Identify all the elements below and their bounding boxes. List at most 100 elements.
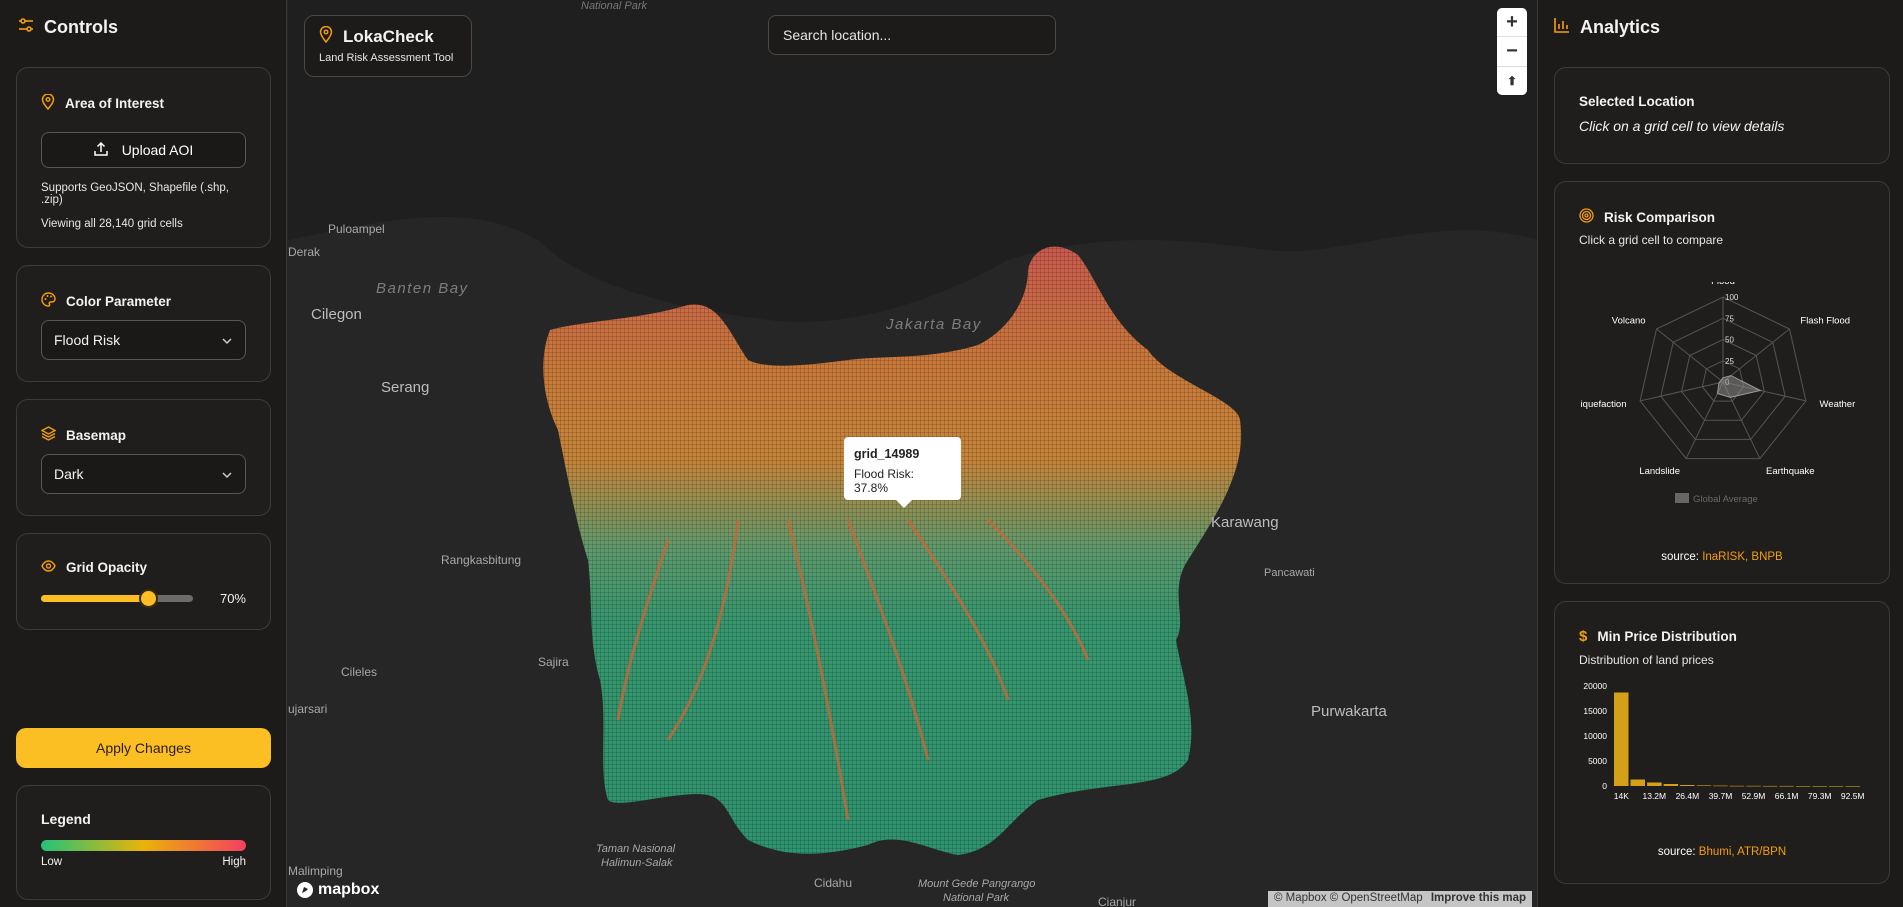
zoom-controls: + − ⬆ (1497, 8, 1527, 95)
compass-button[interactable]: ⬆ (1497, 67, 1527, 95)
price-distribution-subtitle: Distribution of land prices (1579, 653, 1714, 667)
water-label: Jakarta Bay (886, 316, 982, 333)
map-view[interactable]: LokaCheck Land Risk Assessment Tool Sear… (288, 0, 1537, 907)
legend-title: Legend (41, 811, 91, 827)
price-bar (1812, 786, 1827, 787)
opacity-row: 70% (41, 589, 246, 608)
place-label: Cilegon (311, 306, 362, 323)
price-bar (1614, 692, 1629, 786)
mapbox-logo[interactable]: mapbox (296, 881, 379, 899)
bar-x-tick-label: 92.5M (1841, 791, 1865, 801)
improve-map-link[interactable]: Improve this map (1431, 892, 1526, 904)
price-bar (1795, 786, 1811, 787)
apply-changes-button[interactable]: Apply Changes (16, 728, 271, 768)
price-bar (1729, 785, 1745, 787)
radar-chart: Flood Flash Flood Weather Earthquake Landsli… (1581, 282, 1856, 505)
palette-icon (41, 292, 56, 310)
analytics-title: Analytics (1580, 17, 1661, 37)
grid-opacity-header: Grid Opacity (41, 560, 246, 575)
legend-card: Legend Low High (16, 785, 271, 900)
place-label: ujarsari (288, 702, 328, 716)
apply-changes-label: Apply Changes (96, 740, 191, 756)
bar-y-tick-label: 5000 (1588, 756, 1607, 766)
radar-spoke (1656, 328, 1724, 383)
tooltip-value: Flood Risk: 37.8% (854, 467, 915, 495)
legend-labels: Low High (41, 856, 246, 868)
aoi-title: Area of Interest (65, 96, 165, 111)
search-input[interactable]: Search location... (768, 15, 1056, 55)
grid-opacity-card: Grid Opacity 70% (16, 533, 271, 630)
place-label: Taman Nasional (596, 843, 676, 855)
upload-icon (93, 141, 108, 159)
color-parameter-select[interactable]: Flood Risk (41, 320, 246, 360)
bar-y-tick-label: 10000 (1583, 731, 1607, 741)
place-label: Purwakarta (1311, 703, 1387, 720)
risk-source-prefix: source: (1661, 551, 1703, 563)
bar-y-tick-label: 20000 (1583, 681, 1607, 691)
bar-x-tick-label: 52.9M (1742, 791, 1766, 801)
place-label: Serang (381, 379, 430, 396)
price-bar (1663, 784, 1679, 786)
place-label: Halimun-Salak (601, 857, 673, 869)
zoom-out-button[interactable]: − (1497, 37, 1527, 67)
price-bar (1828, 786, 1844, 787)
mapbox-icon (297, 882, 313, 898)
risk-source-link[interactable]: InaRISK, BNPB (1702, 551, 1783, 563)
radar-axis-label: Weather (1820, 399, 1856, 410)
basemap-value: Dark (54, 466, 84, 482)
price-bar (1647, 782, 1662, 786)
map-pin-icon (319, 25, 333, 48)
controls-sidebar: Controls Area of Interest Upload AOI Sup… (0, 0, 287, 907)
price-distribution-title: Min Price Distribution (1597, 629, 1737, 644)
opacity-value: 70% (219, 591, 246, 606)
risk-source: source: InaRISK, BNPB (1555, 551, 1889, 563)
place-label: Cidahu (814, 876, 853, 890)
color-parameter-header: Color Parameter (41, 292, 246, 310)
place-label: National Park (581, 0, 648, 12)
price-source: source: Bhumi, ATR/BPN (1555, 846, 1889, 858)
upload-aoi-button[interactable]: Upload AOI (41, 132, 246, 168)
risk-comparison-subtitle: Click a grid cell to compare (1579, 233, 1724, 247)
price-bar (1845, 786, 1860, 787)
risk-comparison-card: Risk Comparison Click a grid cell to com… (1554, 181, 1890, 584)
attribution-text[interactable]: © Mapbox © OpenStreetMap (1274, 892, 1423, 904)
radar-axis-label: Landslide (1639, 466, 1680, 477)
mapbox-text: mapbox (318, 881, 380, 898)
tooltip-title: grid_14989 (854, 447, 920, 461)
place-label: Cianjur (1098, 895, 1137, 907)
grid-opacity-title: Grid Opacity (66, 560, 148, 575)
risk-comparison-header: Risk Comparison (1579, 208, 1865, 226)
analytics-header: Analytics (1554, 17, 1660, 38)
bar-y-tick-label: 15000 (1583, 706, 1607, 716)
bar-x-tick-label: 26.4M (1676, 791, 1700, 801)
price-source-link[interactable]: Bhumi, ATR/BPN (1699, 846, 1786, 858)
pin-icon (41, 93, 55, 113)
opacity-slider[interactable] (41, 589, 193, 608)
selected-location-card: Selected Location Click on a grid cell t… (1554, 67, 1890, 164)
aoi-header: Area of Interest (41, 93, 246, 113)
price-bar (1696, 785, 1712, 786)
bar-x-tick-label: 66.1M (1775, 791, 1799, 801)
basemap-title: Basemap (66, 427, 127, 443)
bar-x-tick-label: 14K (1614, 791, 1629, 801)
zoom-in-button[interactable]: + (1497, 8, 1527, 38)
basemap-select[interactable]: Dark (41, 454, 246, 494)
bar-x-tick-label: 39.7M (1709, 791, 1733, 801)
chevron-down-icon (221, 466, 233, 482)
opacity-slider-thumb[interactable] (139, 589, 159, 608)
radar-axis-label: iquefaction (1581, 399, 1627, 410)
radar-tick-label: 100 (1725, 293, 1739, 302)
radar-axis-label: Flash Flood (1800, 315, 1850, 326)
price-bar (1762, 785, 1778, 787)
brand-title: LokaCheck (319, 25, 457, 48)
water-label: Banten Bay (376, 280, 469, 297)
legend-gradient (41, 840, 246, 851)
radar-series-global-average (1716, 375, 1762, 398)
sliders-icon (18, 17, 34, 38)
radar-axis-label: Volcano (1612, 315, 1646, 326)
compass-icon: ⬆ (1506, 73, 1518, 88)
price-bar (1713, 785, 1728, 787)
price-bar (1630, 779, 1645, 786)
bar-chart-icon (1554, 17, 1570, 38)
selected-location-hint: Click on a grid cell to view details (1579, 118, 1785, 134)
